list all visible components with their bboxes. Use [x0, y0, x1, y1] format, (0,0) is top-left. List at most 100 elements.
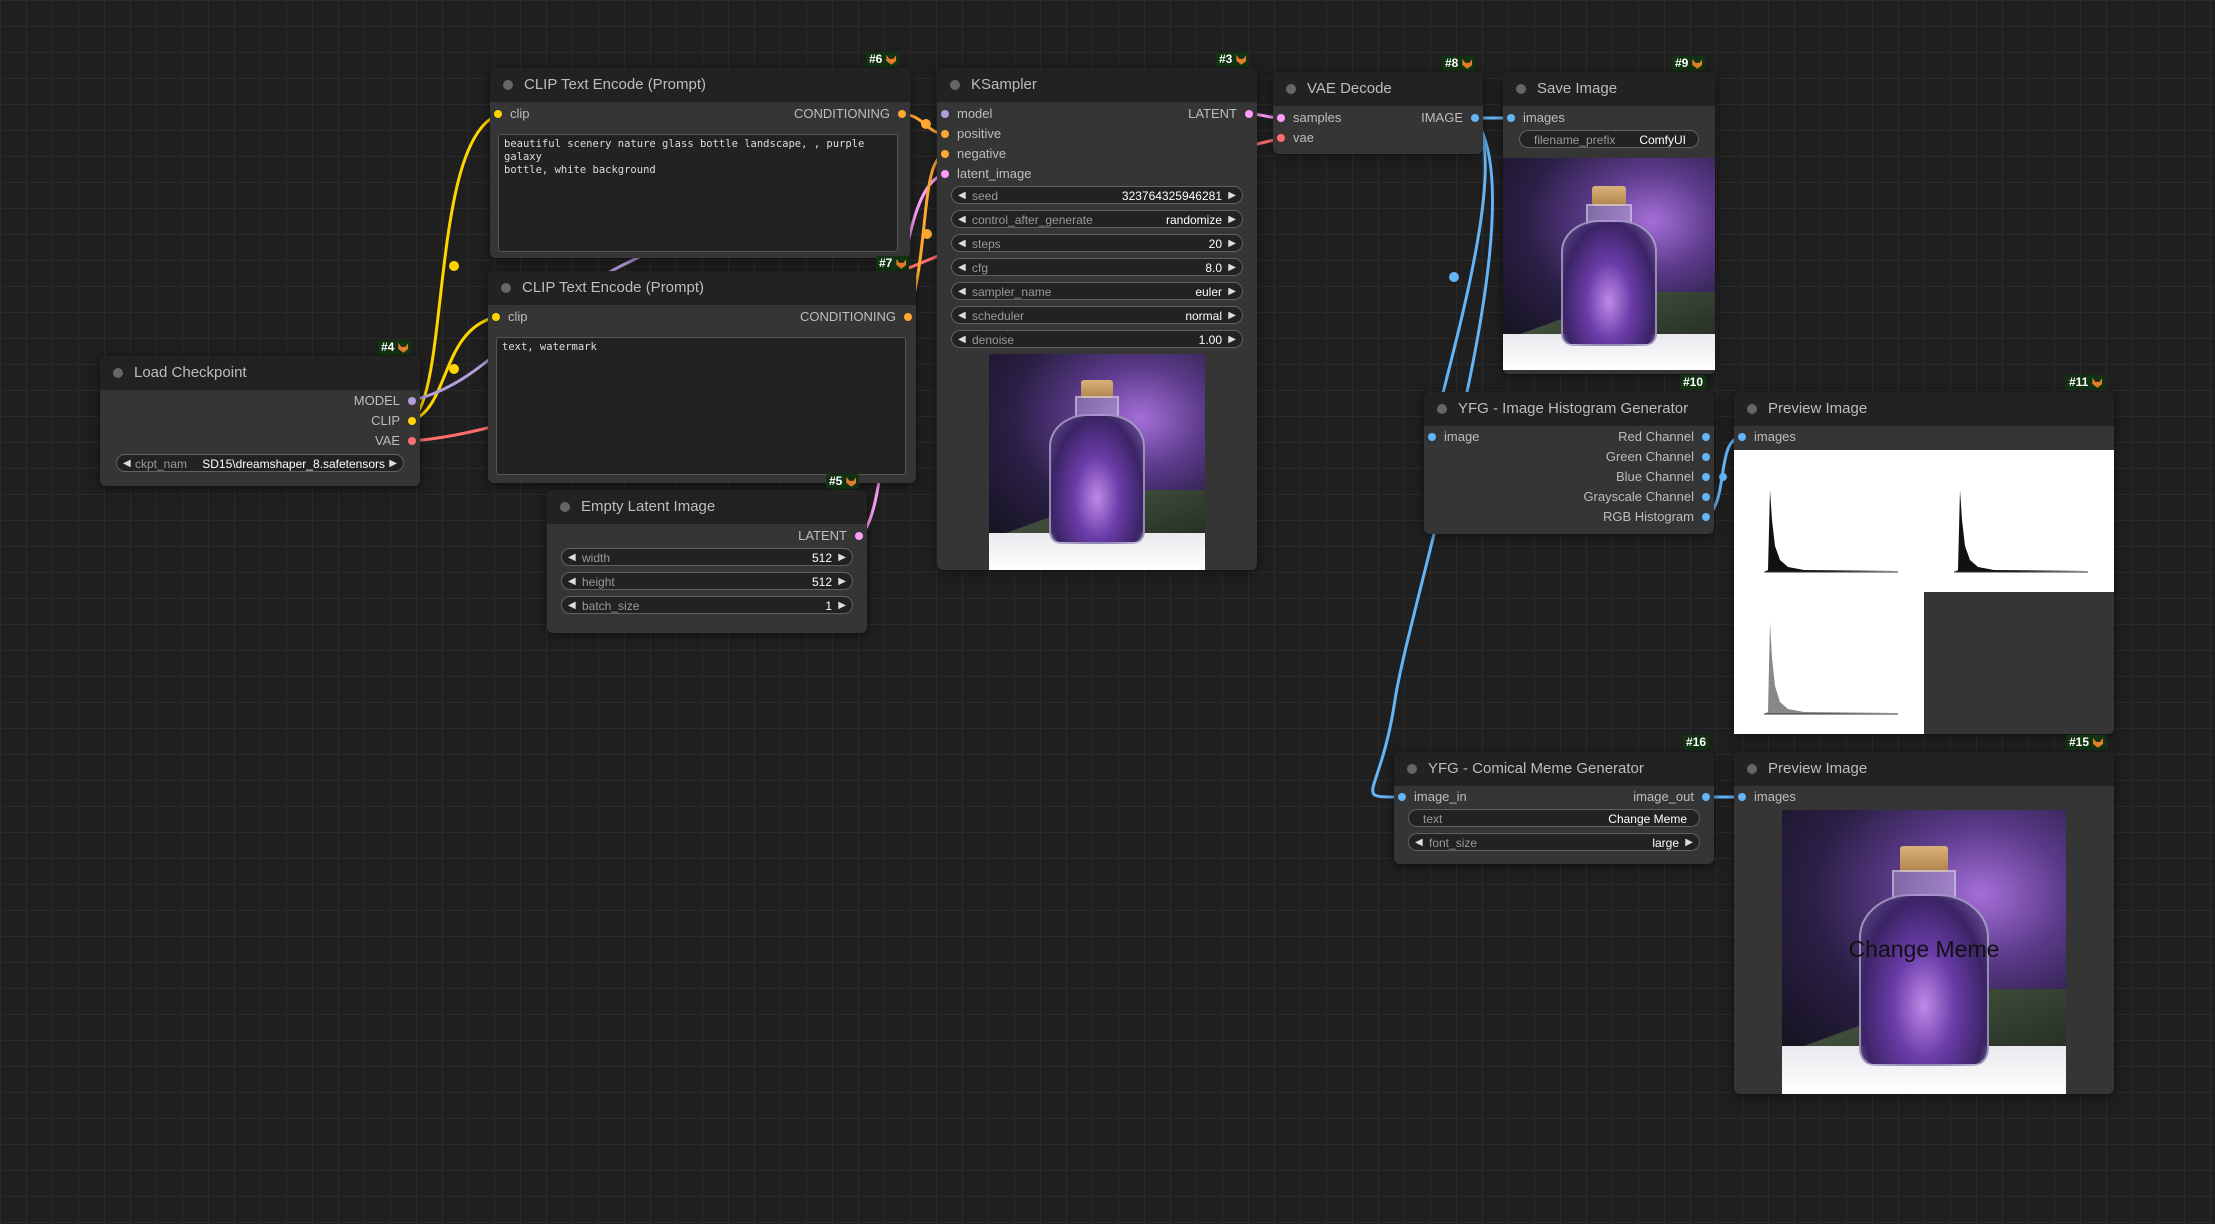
filename-prefix-field[interactable]: filename_prefix ComfyUI — [1519, 130, 1699, 148]
input-slot-images[interactable]: images — [1738, 429, 1796, 445]
input-slot-images[interactable]: images — [1507, 110, 1565, 126]
output-slot-grayscale-channel[interactable]: Grayscale Channel — [1583, 489, 1710, 505]
seed-widget[interactable]: ◀ seed 323764325946281 ▶ — [951, 186, 1243, 204]
input-slot-positive[interactable]: positive — [941, 126, 1001, 142]
slot-dot-icon[interactable] — [1702, 473, 1710, 481]
slot-dot-icon[interactable] — [1277, 134, 1285, 142]
slot-dot-icon[interactable] — [1702, 433, 1710, 441]
height-widget[interactable]: ◀ height 512 ▶ — [561, 572, 853, 590]
arrow-left-icon[interactable]: ◀ — [958, 211, 966, 229]
output-slot-vae[interactable]: VAE — [375, 433, 416, 449]
slot-dot-icon[interactable] — [1702, 453, 1710, 461]
node-title[interactable]: KSampler — [937, 68, 1257, 102]
slot-dot-icon[interactable] — [941, 150, 949, 158]
save-image-node[interactable]: Save Image images filename_prefix ComfyUI — [1503, 72, 1715, 374]
preview-image-meme-node[interactable]: Preview Image images Change Meme — [1734, 752, 2114, 1094]
slot-dot-icon[interactable] — [1471, 114, 1479, 122]
histogram-generator-node[interactable]: YFG - Image Histogram Generator image Re… — [1424, 392, 1714, 534]
node-title[interactable]: Empty Latent Image — [547, 490, 867, 524]
slot-dot-icon[interactable] — [1702, 793, 1710, 801]
input-slot-clip[interactable]: clip — [494, 106, 530, 122]
slot-dot-icon[interactable] — [1398, 793, 1406, 801]
slot-dot-icon[interactable] — [492, 313, 500, 321]
arrow-left-icon[interactable]: ◀ — [1415, 834, 1423, 852]
clip-text-encode-negative-node[interactable]: CLIP Text Encode (Prompt) clip CONDITION… — [488, 271, 916, 483]
node-title[interactable]: CLIP Text Encode (Prompt) — [490, 68, 910, 102]
batch-size-widget[interactable]: ◀ batch_size 1 ▶ — [561, 596, 853, 614]
meme-text-field[interactable]: text Change Meme — [1408, 809, 1700, 827]
output-slot-rgb-histogram[interactable]: RGB Histogram — [1603, 509, 1710, 525]
collapse-dot-icon[interactable] — [1516, 84, 1526, 94]
preview-image-histograms-node[interactable]: Preview Image images — [1734, 392, 2114, 734]
sampler-name-widget[interactable]: ◀ sampler_name euler ▶ — [951, 282, 1243, 300]
width-widget[interactable]: ◀ width 512 ▶ — [561, 548, 853, 566]
arrow-right-icon[interactable]: ▶ — [1228, 235, 1236, 253]
output-slot-clip[interactable]: CLIP — [371, 413, 416, 429]
node-title[interactable]: YFG - Comical Meme Generator — [1394, 752, 1714, 786]
meme-generator-node[interactable]: YFG - Comical Meme Generator image_in im… — [1394, 752, 1714, 864]
input-slot-negative[interactable]: negative — [941, 146, 1006, 162]
empty-latent-image-node[interactable]: Empty Latent Image LATENT ◀ width 512 ▶ ◀ he… — [547, 490, 867, 633]
arrow-right-icon[interactable]: ▶ — [1228, 307, 1236, 325]
prompt-textarea[interactable]: text, watermark — [496, 337, 906, 475]
arrow-right-icon[interactable]: ▶ — [1228, 187, 1236, 205]
node-title[interactable]: Load Checkpoint — [100, 356, 420, 390]
slot-dot-icon[interactable] — [941, 170, 949, 178]
collapse-dot-icon[interactable] — [1747, 764, 1757, 774]
collapse-dot-icon[interactable] — [560, 502, 570, 512]
collapse-dot-icon[interactable] — [503, 80, 513, 90]
input-slot-images[interactable]: images — [1738, 789, 1796, 805]
arrow-left-icon[interactable]: ◀ — [958, 283, 966, 301]
arrow-left-icon[interactable]: ◀ — [123, 455, 131, 473]
slot-dot-icon[interactable] — [855, 532, 863, 540]
node-title[interactable]: Save Image — [1503, 72, 1715, 106]
collapse-dot-icon[interactable] — [1437, 404, 1447, 414]
output-slot-latent[interactable]: LATENT — [798, 528, 863, 544]
arrow-left-icon[interactable]: ◀ — [958, 187, 966, 205]
control-after-generate-widget[interactable]: ◀ control_after_generate randomize ▶ — [951, 210, 1243, 228]
slot-dot-icon[interactable] — [898, 110, 906, 118]
output-slot-image-out[interactable]: image_out — [1633, 789, 1710, 805]
arrow-left-icon[interactable]: ◀ — [568, 549, 576, 567]
slot-dot-icon[interactable] — [1277, 114, 1285, 122]
arrow-right-icon[interactable]: ▶ — [1228, 283, 1236, 301]
slot-dot-icon[interactable] — [408, 437, 416, 445]
collapse-dot-icon[interactable] — [1407, 764, 1417, 774]
collapse-dot-icon[interactable] — [950, 80, 960, 90]
collapse-dot-icon[interactable] — [501, 283, 511, 293]
input-slot-image-in[interactable]: image_in — [1398, 789, 1467, 805]
arrow-right-icon[interactable]: ▶ — [1228, 331, 1236, 349]
input-slot-model[interactable]: model — [941, 106, 992, 122]
node-title[interactable]: VAE Decode — [1273, 72, 1483, 106]
slot-dot-icon[interactable] — [1245, 110, 1253, 118]
collapse-dot-icon[interactable] — [1747, 404, 1757, 414]
arrow-left-icon[interactable]: ◀ — [568, 573, 576, 591]
slot-dot-icon[interactable] — [1702, 513, 1710, 521]
slot-dot-icon[interactable] — [408, 417, 416, 425]
output-slot-blue-channel[interactable]: Blue Channel — [1616, 469, 1710, 485]
arrow-left-icon[interactable]: ◀ — [958, 307, 966, 325]
node-title[interactable]: CLIP Text Encode (Prompt) — [488, 271, 916, 305]
output-slot-conditioning[interactable]: CONDITIONING — [800, 309, 912, 325]
input-slot-clip[interactable]: clip — [492, 309, 528, 325]
vae-decode-node[interactable]: VAE Decode samples vae IMAGE — [1273, 72, 1483, 154]
input-slot-vae[interactable]: vae — [1277, 130, 1314, 146]
arrow-right-icon[interactable]: ▶ — [838, 597, 846, 615]
slot-dot-icon[interactable] — [941, 110, 949, 118]
slot-dot-icon[interactable] — [904, 313, 912, 321]
arrow-right-icon[interactable]: ▶ — [838, 573, 846, 591]
arrow-left-icon[interactable]: ◀ — [958, 235, 966, 253]
input-slot-latent-image[interactable]: latent_image — [941, 166, 1031, 182]
arrow-left-icon[interactable]: ◀ — [958, 259, 966, 277]
node-title[interactable]: Preview Image — [1734, 392, 2114, 426]
collapse-dot-icon[interactable] — [1286, 84, 1296, 94]
input-slot-samples[interactable]: samples — [1277, 110, 1341, 126]
arrow-left-icon[interactable]: ◀ — [568, 597, 576, 615]
arrow-left-icon[interactable]: ◀ — [958, 331, 966, 349]
output-slot-red-channel[interactable]: Red Channel — [1618, 429, 1710, 445]
font-size-combo[interactable]: ◀ font_size large ▶ — [1408, 833, 1700, 851]
output-slot-conditioning[interactable]: CONDITIONING — [794, 106, 906, 122]
slot-dot-icon[interactable] — [1428, 433, 1436, 441]
arrow-right-icon[interactable]: ▶ — [1228, 211, 1236, 229]
denoise-widget[interactable]: ◀ denoise 1.00 ▶ — [951, 330, 1243, 348]
